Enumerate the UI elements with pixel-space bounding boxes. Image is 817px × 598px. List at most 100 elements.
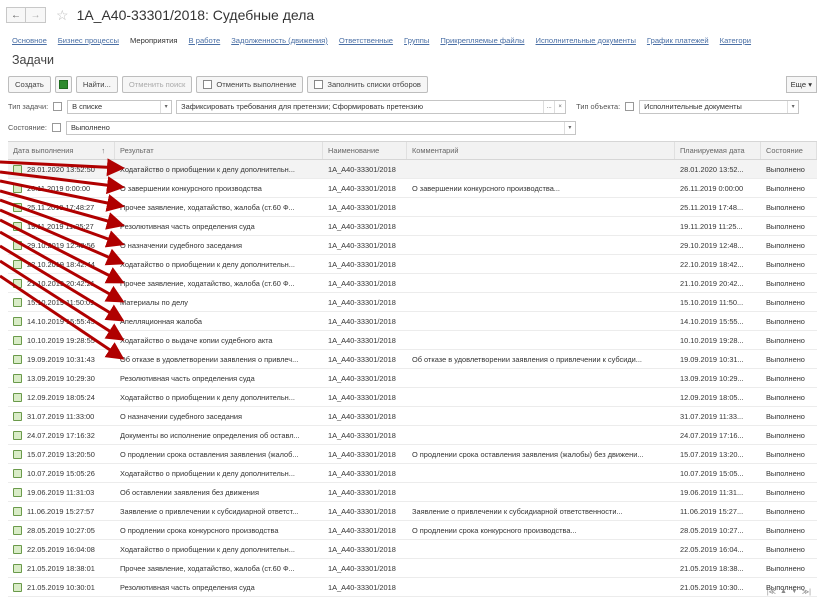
table-cell: О завершении конкурсного производства...: [407, 179, 675, 197]
table-cell: 1А_А40-33301/2018: [323, 483, 407, 501]
table-cell: Ходатайство о выдаче копии судебного акт…: [115, 331, 323, 349]
table-row[interactable]: 10.07.2019 15:05:26 Ходатайство о приобще…: [8, 464, 817, 483]
create-button[interactable]: Создать: [8, 76, 51, 93]
cell-text: Выполнено: [766, 430, 805, 440]
table-row[interactable]: 28.01.2020 13:52:50 Ходатайство о приобще…: [8, 160, 817, 179]
table-row[interactable]: 22.10.2019 18:42:44 Ходатайство о приобще…: [8, 255, 817, 274]
table-row[interactable]: 12.09.2019 18:05:24 Ходатайство о приобще…: [8, 388, 817, 407]
column-header-3[interactable]: Комментарий: [407, 142, 675, 159]
object-type-checkbox[interactable]: [625, 102, 635, 111]
table-cell: Резолютивная часть определения суда: [115, 217, 323, 235]
table-row[interactable]: 13.09.2019 10:29:30 Резолютивная часть оп…: [8, 369, 817, 388]
first-page-icon[interactable]: |≪: [767, 588, 776, 596]
table-row[interactable]: 21.10.2019 20:42:21 Прочее заявление, ход…: [8, 274, 817, 293]
table-row[interactable]: 22.05.2019 16:04:08 Ходатайство о приобще…: [8, 540, 817, 559]
column-header-0[interactable]: Дата выполнения ↑: [8, 142, 115, 159]
back-button[interactable]: ←: [6, 7, 26, 23]
table-row[interactable]: 29.10.2019 12:48:56 О назначении судебног…: [8, 236, 817, 255]
cell-text: 1А_А40-33301/2018: [328, 278, 396, 288]
column-header-4[interactable]: Планируемая дата: [675, 142, 761, 159]
tab-0[interactable]: Основное: [12, 36, 47, 45]
task-done-icon: [13, 563, 22, 573]
state-checkbox[interactable]: [51, 123, 61, 132]
table-row[interactable]: 28.05.2019 10:27:05 О продлении срока кон…: [8, 521, 817, 540]
table-row[interactable]: 10.10.2019 19:28:55 Ходатайство о выдаче …: [8, 331, 817, 350]
next-page-icon[interactable]: ▼: [791, 588, 798, 596]
table-cell: [407, 293, 675, 311]
object-type-label: Тип объекта:: [576, 102, 621, 111]
save-button[interactable]: [54, 76, 72, 93]
tab-5[interactable]: Ответственные: [339, 36, 393, 45]
table-cell: 31.07.2019 11:33...: [675, 407, 761, 425]
more-button[interactable]: Еще ▾: [785, 76, 817, 93]
table-cell: Выполнено: [761, 388, 817, 406]
cancel-search-button[interactable]: Отменить поиск: [121, 76, 193, 93]
table-cell: [407, 312, 675, 330]
tab-8[interactable]: Исполнительные документы: [536, 36, 636, 45]
table-row[interactable]: 21.05.2019 10:30:01 Резолютивная часть оп…: [8, 578, 817, 597]
tab-9[interactable]: График платежей: [647, 36, 709, 45]
column-header-label: Наименование: [328, 146, 380, 155]
table-row[interactable]: 21.05.2019 18:38:01 Прочее заявление, ход…: [8, 559, 817, 578]
table-cell: 1А_А40-33301/2018: [323, 350, 407, 368]
table-cell: Ходатайство о приобщении к делу дополнит…: [115, 540, 323, 558]
prev-page-icon[interactable]: ▲: [780, 588, 787, 596]
table-cell: 28.01.2020 13:52...: [675, 160, 761, 178]
state-select[interactable]: Выполнено ▾: [65, 120, 576, 135]
column-header-5[interactable]: Состояние: [761, 142, 817, 159]
table-row[interactable]: 11.06.2019 15:27:57 Заявление о привлечен…: [8, 502, 817, 521]
table-cell: [407, 578, 675, 596]
column-header-2[interactable]: Наименование: [323, 142, 407, 159]
table-cell: О продлении срока оставления заявления (…: [407, 445, 675, 463]
cell-text: Выполнено: [766, 278, 805, 288]
task-type-checkbox[interactable]: [53, 102, 63, 111]
tab-2[interactable]: Мероприятия: [130, 36, 178, 45]
table-cell: 26.11.2019 0:00:00: [8, 179, 115, 197]
column-header-1[interactable]: Результат: [115, 142, 323, 159]
tab-10[interactable]: Категори: [720, 36, 751, 45]
table-cell: Ходатайство о приобщении к делу дополнит…: [115, 388, 323, 406]
tab-7[interactable]: Прикрепляемые файлы: [440, 36, 524, 45]
cancel-execution-button[interactable]: Отменить выполнение: [196, 76, 304, 93]
table-row[interactable]: 25.11.2019 17:48:27 Прочее заявление, ход…: [8, 198, 817, 217]
table-row[interactable]: 14.10.2019 15:55:45 Апелляционная жалоба 1…: [8, 312, 817, 331]
fill-lists-button[interactable]: Заполнить списки отборов: [307, 76, 428, 93]
table-row[interactable]: 15.07.2019 13:20:50 О продлении срока ост…: [8, 445, 817, 464]
table-cell: Выполнено: [761, 274, 817, 292]
cell-text: Документы во исполнение определения об о…: [120, 430, 300, 440]
table-cell: Ходатайство о приобщении к делу дополнит…: [115, 160, 323, 178]
table-row[interactable]: 19.09.2019 10:31:43 Об отказе в удовлетво…: [8, 350, 817, 369]
table-cell: 22.05.2019 16:04...: [675, 540, 761, 558]
table-row[interactable]: 19.11.2019 11:25:27 Резолютивная часть оп…: [8, 217, 817, 236]
dots-icon[interactable]: ...: [543, 100, 554, 113]
table-cell: Об отказе в удовлетворении заявления о п…: [115, 350, 323, 368]
table-row[interactable]: 15.10.2019 11:50:09 Материалы по делу 1А_А…: [8, 293, 817, 312]
table-cell: 1А_А40-33301/2018: [323, 236, 407, 254]
clear-icon[interactable]: ×: [554, 100, 565, 113]
tab-1[interactable]: Бизнес процессы: [58, 36, 119, 45]
table-row[interactable]: 24.07.2019 17:16:32 Документы во исполнен…: [8, 426, 817, 445]
table-row[interactable]: 19.06.2019 11:31:03 Об оставлении заявлен…: [8, 483, 817, 502]
cell-text: Выполнено: [766, 316, 805, 326]
cell-text: 1А_А40-33301/2018: [328, 544, 396, 554]
forward-button[interactable]: →: [26, 7, 46, 23]
table-cell: О продлении срока оставления заявления (…: [115, 445, 323, 463]
cell-text: Материалы по делу: [120, 297, 188, 307]
tab-3[interactable]: В работе: [189, 36, 221, 45]
table-cell: 1А_А40-33301/2018: [323, 312, 407, 330]
object-type-select[interactable]: Исполнительные документы ▾: [639, 99, 800, 114]
tab-6[interactable]: Группы: [404, 36, 429, 45]
table-row[interactable]: 26.11.2019 0:00:00 О завершении конкурсно…: [8, 179, 817, 198]
tab-4[interactable]: Задолженность (движения): [231, 36, 328, 45]
table-cell: 29.10.2019 12:48:56: [8, 236, 115, 254]
task-type-select[interactable]: В списке ▾: [67, 99, 173, 114]
cell-text: Выполнено: [766, 563, 805, 573]
find-button[interactable]: Найти...: [75, 76, 118, 93]
cell-text: 22.05.2019 16:04:08: [27, 544, 95, 554]
star-icon[interactable]: ☆: [56, 7, 69, 24]
task-list-field[interactable]: Зафиксировать требования для претензии; …: [176, 99, 567, 114]
table-row[interactable]: 31.07.2019 11:33:00 О назначении судебног…: [8, 407, 817, 426]
cell-text: 1А_А40-33301/2018: [328, 430, 396, 440]
last-page-icon[interactable]: ≫|: [802, 588, 811, 596]
task-done-icon: [13, 259, 22, 269]
